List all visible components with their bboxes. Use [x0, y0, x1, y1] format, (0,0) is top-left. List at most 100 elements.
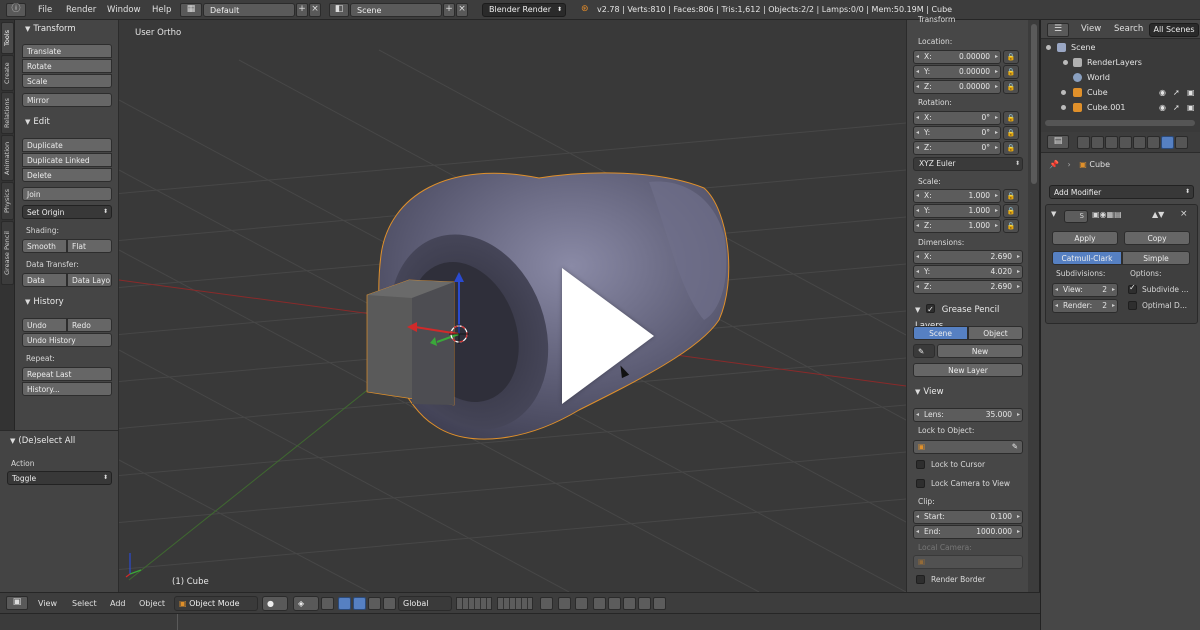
action-select[interactable]: Toggle ⬍: [7, 471, 112, 485]
data-layout-button[interactable]: Data Layo: [67, 273, 112, 287]
data-transfer-button[interactable]: Data: [22, 273, 67, 287]
outliner-row-scene[interactable]: Scene: [1041, 40, 1200, 55]
lock-icon[interactable]: 🔒: [1003, 189, 1019, 203]
expand-icon[interactable]: [1063, 60, 1068, 65]
3d-viewport[interactable]: User Ortho (1) Cube: [119, 20, 906, 592]
collapse-triangle-icon[interactable]: ▼: [1051, 210, 1056, 218]
modifiers-tab-icon[interactable]: [1161, 136, 1174, 149]
outliner-scrollbar[interactable]: [1045, 120, 1195, 126]
add-layout-icon[interactable]: +: [296, 3, 308, 17]
layers-grid-b[interactable]: [497, 597, 533, 610]
tab-create[interactable]: Create: [1, 55, 14, 91]
grease-object-button[interactable]: Object: [968, 326, 1023, 340]
manipulator-toggle-icon[interactable]: [338, 597, 351, 610]
remove-modifier-icon[interactable]: ×: [1180, 209, 1188, 219]
panel-header-transform[interactable]: ▼ Transform: [15, 21, 119, 37]
interaction-mode-select[interactable]: ▣ Object Mode: [174, 596, 258, 611]
render-camera-icon[interactable]: ▣: [1187, 100, 1195, 115]
scale-x-field[interactable]: ◂ X: 1.000 ▸: [913, 189, 1001, 203]
visibility-eye-icon[interactable]: ◉: [1159, 100, 1166, 115]
rotation-y-field[interactable]: ◂ Y: 0° ▸: [913, 126, 1001, 140]
screen-layout-icon[interactable]: ▦: [180, 3, 202, 17]
render-camera-icon[interactable]: ▣: [1187, 85, 1195, 100]
view-levels-field[interactable]: ◂ View: 2 ▸: [1052, 283, 1118, 297]
constraints-tab-icon[interactable]: [1147, 136, 1160, 149]
render-tab-icon[interactable]: [1077, 136, 1090, 149]
menu-add[interactable]: Add: [110, 593, 126, 614]
grease-scene-button[interactable]: Scene: [913, 326, 968, 340]
lock-icon[interactable]: 🔒: [1003, 204, 1019, 218]
mirror-button[interactable]: Mirror: [22, 93, 112, 107]
set-origin-select[interactable]: Set Origin ⬍: [22, 205, 112, 219]
scale-y-field[interactable]: ◂ Y: 1.000 ▸: [913, 204, 1001, 218]
subdivide-uvs-checkbox[interactable]: [1128, 283, 1137, 294]
outliner-editor-icon[interactable]: ☰: [1047, 23, 1069, 37]
visibility-eye-icon[interactable]: ◉: [1159, 85, 1166, 100]
selectable-arrow-icon[interactable]: ➚: [1173, 100, 1180, 115]
apply-button[interactable]: Apply: [1052, 231, 1118, 245]
menu-render[interactable]: Render: [66, 0, 96, 20]
render-engine-select[interactable]: Blender Render ⬍: [482, 3, 566, 17]
panel-header-view[interactable]: ▼ View: [907, 384, 1029, 400]
layers-grid-a[interactable]: [456, 597, 492, 610]
join-button[interactable]: Join: [22, 187, 112, 201]
dimensions-x-field[interactable]: ◂ X: 2.690 ▸: [913, 250, 1023, 264]
scene-tab-icon[interactable]: [1105, 136, 1118, 149]
lock-icon[interactable]: 🔒: [1003, 80, 1019, 94]
operator-panel-header[interactable]: ▼ (De)select All: [0, 433, 119, 449]
location-z-field[interactable]: ◂ Z: 0.00000 ▸: [913, 80, 1001, 94]
tab-tools[interactable]: Tools: [1, 22, 14, 54]
outliner-row-renderlayers[interactable]: RenderLayers: [1041, 55, 1200, 70]
menu-help[interactable]: Help: [152, 0, 171, 20]
only-origins-icon[interactable]: [321, 597, 334, 610]
timeline-strip[interactable]: [0, 613, 1040, 630]
opengl-render-icon[interactable]: [623, 597, 636, 610]
scale-manipulator-icon[interactable]: [383, 597, 396, 610]
scene-selector-icon[interactable]: ◧: [329, 3, 349, 17]
properties-editor-icon[interactable]: ▤: [1047, 135, 1069, 149]
translate-button[interactable]: Translate: [22, 44, 112, 58]
lock-layers-icon[interactable]: [540, 597, 553, 610]
menu-object[interactable]: Object: [139, 593, 165, 614]
new-layer-button[interactable]: New Layer: [913, 363, 1023, 377]
lock-icon[interactable]: 🔒: [1003, 141, 1019, 155]
move-up-down-icon[interactable]: ▲▼: [1152, 210, 1164, 219]
remove-layout-icon[interactable]: ×: [309, 3, 321, 17]
location-y-field[interactable]: ◂ Y: 0.00000 ▸: [913, 65, 1001, 79]
duplicate-linked-button[interactable]: Duplicate Linked: [22, 153, 112, 167]
duplicate-button[interactable]: Duplicate: [22, 138, 112, 152]
object-tab-icon[interactable]: [1133, 136, 1146, 149]
translate-manipulator-icon[interactable]: [353, 597, 366, 610]
location-x-field[interactable]: ◂ X: 0.00000 ▸: [913, 50, 1001, 64]
scale-z-field[interactable]: ◂ Z: 1.000 ▸: [913, 219, 1001, 233]
modifier-name-field[interactable]: S: [1064, 210, 1088, 223]
outliner-view-menu[interactable]: View: [1081, 20, 1101, 40]
expand-icon[interactable]: [1061, 90, 1066, 95]
play-icon[interactable]: [562, 268, 654, 404]
menu-select[interactable]: Select: [72, 593, 97, 614]
outliner-search-menu[interactable]: Search: [1114, 20, 1143, 40]
rotation-z-field[interactable]: ◂ Z: 0° ▸: [913, 141, 1001, 155]
rotate-manipulator-icon[interactable]: [368, 597, 381, 610]
optimal-display-checkbox[interactable]: [1128, 301, 1137, 310]
tab-physics[interactable]: Physics: [1, 182, 14, 220]
panel-header-history[interactable]: ▼ History: [15, 294, 119, 310]
transform-orientation-select[interactable]: Global: [398, 596, 452, 611]
lock-camera-checkbox[interactable]: [916, 479, 925, 488]
data-tab-icon[interactable]: [1175, 136, 1188, 149]
expand-icon[interactable]: [1061, 105, 1066, 110]
tab-animation[interactable]: Animation: [1, 135, 14, 181]
tab-grease-pencil[interactable]: Grease Pencil: [1, 221, 14, 285]
render-border-checkbox[interactable]: [916, 575, 925, 584]
undo-history-button[interactable]: Undo History: [22, 333, 112, 347]
properties-scrollbar[interactable]: [1028, 20, 1040, 592]
menu-window[interactable]: Window: [107, 0, 141, 20]
lock-icon[interactable]: 🔒: [1003, 65, 1019, 79]
remove-scene-icon[interactable]: ×: [456, 3, 468, 17]
scene-field[interactable]: Scene: [350, 3, 442, 17]
rotation-mode-select[interactable]: XYZ Euler ⬍: [913, 157, 1023, 171]
lock-icon[interactable]: 🔒: [1003, 219, 1019, 233]
outliner-row-cube[interactable]: Cube ◉ ➚ ▣: [1041, 85, 1200, 100]
add-scene-icon[interactable]: +: [443, 3, 455, 17]
lock-icon[interactable]: 🔒: [1003, 50, 1019, 64]
